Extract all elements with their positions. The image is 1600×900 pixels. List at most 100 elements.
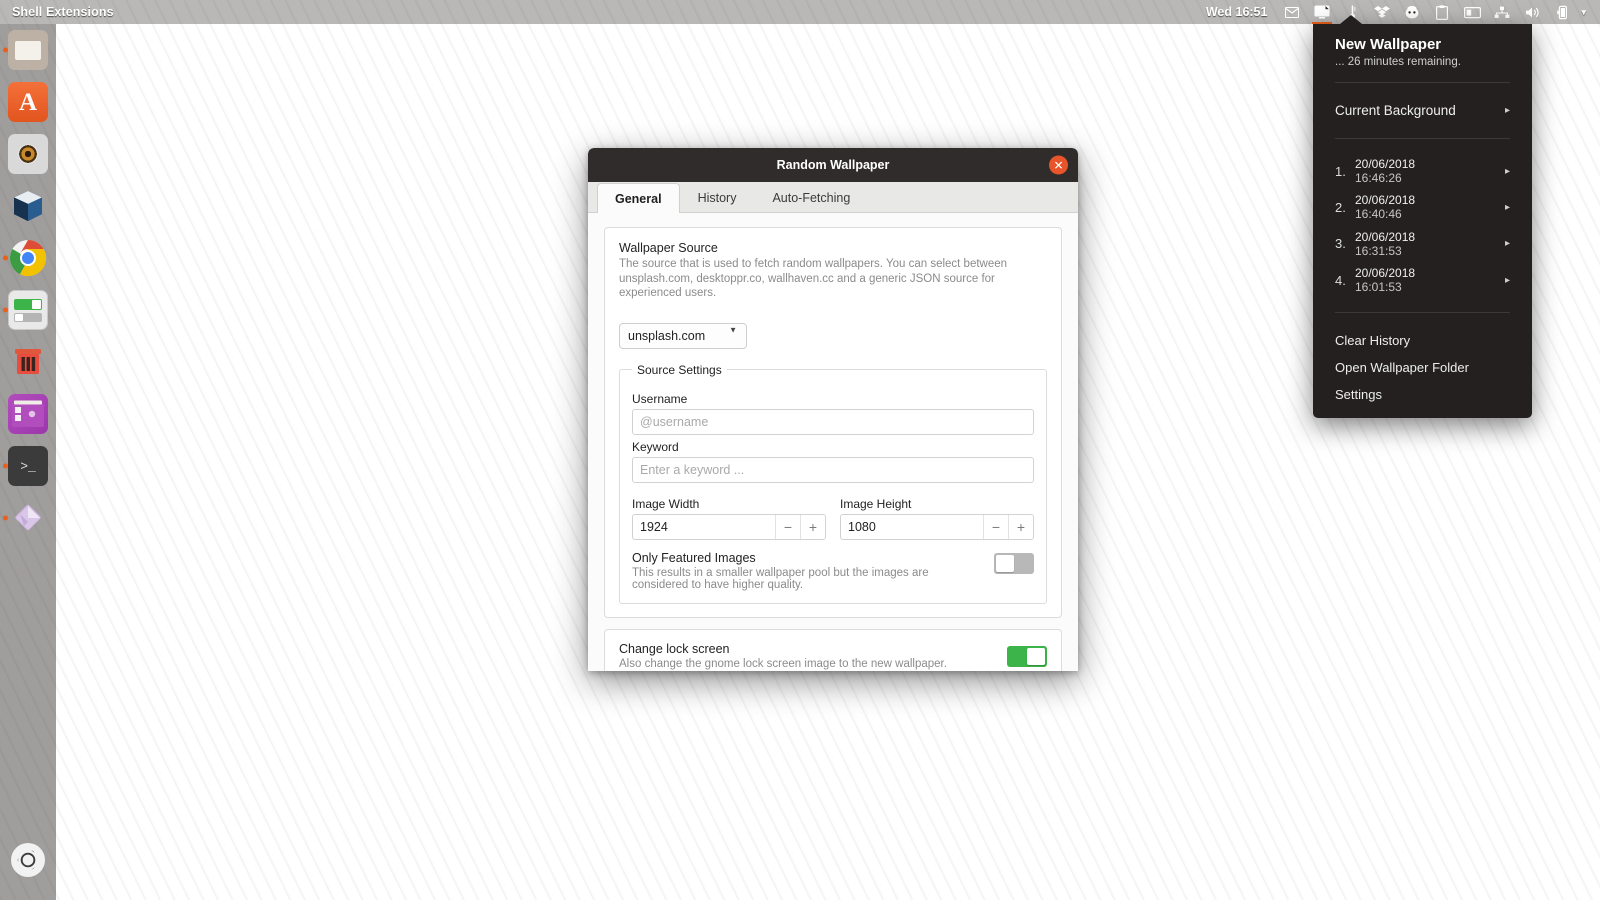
history-item[interactable]: 2. 20/06/2018 16:40:46 ▸ xyxy=(1313,189,1532,225)
mail-icon[interactable] xyxy=(1277,0,1307,24)
source-settings-legend: Source Settings xyxy=(632,363,727,377)
close-icon[interactable]: ✕ xyxy=(1049,156,1068,175)
dock-item-google-chrome[interactable] xyxy=(0,232,56,284)
dialog-tabbar: General History Auto-Fetching xyxy=(588,182,1078,213)
clear-history-button[interactable]: Clear History xyxy=(1313,327,1532,354)
virtualbox-icon xyxy=(8,186,48,226)
volume-icon[interactable] xyxy=(1517,0,1547,24)
tab-history[interactable]: History xyxy=(680,182,755,212)
system-tray: Wed 16:51 xyxy=(1196,0,1600,24)
dock-item-purple-app[interactable] xyxy=(0,388,56,440)
chevron-right-icon: ▸ xyxy=(1505,275,1510,286)
history-time: 16:46:26 xyxy=(1355,171,1505,185)
history-date: 20/06/2018 xyxy=(1355,157,1505,171)
dropbox-icon[interactable] xyxy=(1367,0,1397,24)
image-width-stepper: − + xyxy=(632,514,826,540)
image-width-decrement-button[interactable]: − xyxy=(775,515,800,539)
image-height-col: Image Height − + xyxy=(840,492,1034,540)
network-icon[interactable] xyxy=(1487,0,1517,24)
history-date: 20/06/2018 xyxy=(1355,193,1505,207)
panel-subtitle: ... 26 minutes remaining. xyxy=(1335,56,1510,68)
panel-divider-top xyxy=(1335,82,1510,83)
settings-button[interactable]: Settings xyxy=(1313,381,1532,408)
history-index: 1. xyxy=(1335,164,1355,179)
google-chrome-icon xyxy=(8,238,48,278)
emoji-face-icon[interactable] xyxy=(1397,0,1427,24)
tab-general[interactable]: General xyxy=(597,183,680,213)
show-applications-button[interactable] xyxy=(0,834,56,886)
ubuntu-logo-icon xyxy=(11,843,45,877)
only-featured-images-row: Only Featured Images This results in a s… xyxy=(632,551,1034,591)
history-date: 20/06/2018 xyxy=(1355,230,1505,244)
history-timestamp: 20/06/2018 16:46:26 xyxy=(1355,157,1505,185)
username-label: Username xyxy=(632,392,1034,406)
clipboard-icon[interactable] xyxy=(1427,0,1457,24)
random-wallpaper-dialog: Random Wallpaper ✕ General History Auto-… xyxy=(588,148,1078,671)
history-time: 16:40:46 xyxy=(1355,207,1505,221)
launcher-dock: A xyxy=(0,24,56,900)
chevron-right-icon: ▸ xyxy=(1505,238,1510,249)
only-featured-title: Only Featured Images xyxy=(632,551,984,565)
dialog-titlebar: Random Wallpaper ✕ xyxy=(588,148,1078,182)
software-letter: A xyxy=(19,90,37,115)
dock-item-rhythmbox[interactable] xyxy=(0,128,56,180)
change-lock-screen-toggle[interactable] xyxy=(1007,646,1047,667)
change-lock-screen-title: Change lock screen xyxy=(619,642,997,656)
image-height-decrement-button[interactable]: − xyxy=(983,515,1008,539)
tab-auto-fetching[interactable]: Auto-Fetching xyxy=(754,182,868,212)
change-lock-screen-card: Change lock screen Also change the gnome… xyxy=(604,629,1062,671)
history-date: 20/06/2018 xyxy=(1355,266,1505,280)
image-width-label: Image Width xyxy=(632,497,826,511)
clock[interactable]: Wed 16:51 xyxy=(1196,5,1278,19)
screen-layout-icon[interactable] xyxy=(1457,0,1487,24)
panel-title: New Wallpaper xyxy=(1335,36,1510,53)
image-width-increment-button[interactable]: + xyxy=(800,515,825,539)
chevron-down-icon[interactable]: ▾ xyxy=(1577,7,1594,18)
dock-item-virtualbox[interactable] xyxy=(0,180,56,232)
display-monitor-icon[interactable] xyxy=(1307,0,1337,24)
current-background-label: Current Background xyxy=(1335,103,1505,118)
source-settings-group: Source Settings Username Keyword Image W… xyxy=(619,363,1047,604)
history-index: 2. xyxy=(1335,200,1355,215)
dock-item-gem-app[interactable] xyxy=(0,492,56,544)
open-wallpaper-folder-button[interactable]: Open Wallpaper Folder xyxy=(1313,354,1532,381)
wallpaper-source-select-wrap: unsplash.com ▼ xyxy=(619,312,747,349)
panel-divider-mid xyxy=(1335,138,1510,139)
change-lock-screen-text: Change lock screen Also change the gnome… xyxy=(619,642,997,670)
image-height-input[interactable] xyxy=(841,515,983,539)
history-index: 4. xyxy=(1335,273,1355,288)
dock-item-files[interactable] xyxy=(0,24,56,76)
wallpaper-source-select[interactable]: unsplash.com xyxy=(619,323,747,349)
username-input[interactable] xyxy=(632,409,1034,435)
image-width-input[interactable] xyxy=(633,515,775,539)
dock-item-settings-toggles[interactable] xyxy=(0,284,56,336)
activity-label[interactable]: Shell Extensions xyxy=(0,5,114,19)
image-height-increment-button[interactable]: + xyxy=(1008,515,1033,539)
wallpaper-source-card: Wallpaper Source The source that is used… xyxy=(604,227,1062,618)
dock-item-terminal[interactable]: >_ xyxy=(0,440,56,492)
dock-item-trash-bin[interactable] xyxy=(0,336,56,388)
wallpaper-source-description: The source that is used to fetch random … xyxy=(619,257,1047,301)
history-item[interactable]: 1. 20/06/2018 16:46:26 ▸ xyxy=(1313,153,1532,189)
history-item[interactable]: 4. 20/06/2018 16:01:53 ▸ xyxy=(1313,262,1532,298)
dialog-title: Random Wallpaper xyxy=(777,158,890,172)
image-height-label: Image Height xyxy=(840,497,1034,511)
battery-icon[interactable] xyxy=(1547,0,1577,24)
history-timestamp: 20/06/2018 16:31:53 xyxy=(1355,230,1505,258)
dock-item-ubuntu-software[interactable]: A xyxy=(0,76,56,128)
current-background-row[interactable]: Current Background ▸ xyxy=(1313,97,1532,124)
settings-toggles-icon xyxy=(8,290,48,330)
history-index: 3. xyxy=(1335,236,1355,251)
keyword-input[interactable] xyxy=(632,457,1034,483)
image-dimensions-row: Image Width − + Image Height − xyxy=(632,492,1034,540)
history-timestamp: 20/06/2018 16:01:53 xyxy=(1355,266,1505,294)
history-item[interactable]: 3. 20/06/2018 16:31:53 ▸ xyxy=(1313,226,1532,262)
dialog-body: Wallpaper Source The source that is used… xyxy=(588,213,1078,671)
wallpaper-notification-panel: New Wallpaper ... 26 minutes remaining. … xyxy=(1313,24,1532,418)
purple-app-icon xyxy=(8,394,48,434)
keyword-label: Keyword xyxy=(632,440,1034,454)
only-featured-text: Only Featured Images This results in a s… xyxy=(632,551,984,591)
panel-divider-bottom xyxy=(1335,312,1510,313)
only-featured-images-toggle[interactable] xyxy=(994,553,1034,574)
panel-header: New Wallpaper ... 26 minutes remaining. xyxy=(1313,36,1532,68)
